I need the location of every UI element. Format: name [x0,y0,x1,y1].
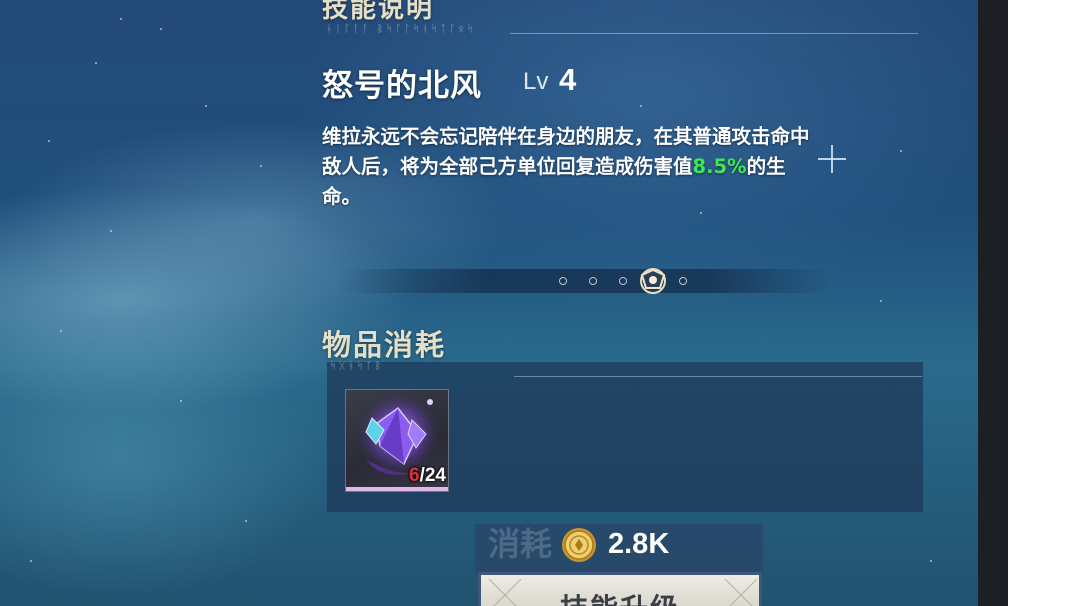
skill-description-highlight: 8.5% [692,155,747,178]
item-section-title: 物品消耗 [322,328,447,362]
skill-section-title: 技能说明 [322,0,435,24]
game-screen: 技能说明 ᚾᛁᚴᛚᛚ ᛒᛋᚴᛚᛋᚾᛋᛏᚴᛟᛋ 怒号的北风 Lv 4 维拉永远不会… [0,0,1008,606]
skill-level-value: 4 [559,62,577,97]
item-count: 6/24 [409,465,446,487]
gold-coin-icon [561,527,597,563]
level-dot-3[interactable] [619,277,627,285]
skill-description: 维拉永远不会忘记陪伴在身边的朋友，在其普通攻击命中敌人后，将为全部己方单位回复造… [322,122,812,212]
level-current-marker-icon[interactable] [638,266,668,296]
cost-value: 2.8K [608,528,670,560]
cost-background-label: 消耗 [488,525,553,563]
skill-upgrade-button[interactable]: 技能升级 [478,572,762,606]
item-rarity-bar [346,487,448,491]
sparkle-decoration [818,145,846,173]
level-dot-1[interactable] [559,277,567,285]
item-owned-count: 6 [409,465,420,486]
item-slot[interactable]: 6/24 [345,389,449,492]
level-dot-2[interactable] [589,277,597,285]
item-section-divider [514,376,922,377]
skill-section-divider [510,33,918,34]
skill-upgrade-label: 技能升级 [481,587,759,606]
skill-level-prefix: Lv [523,68,549,95]
item-section-runes: ᛋᚷᚾᛋᚴᛒ [330,361,384,372]
skill-section-runes: ᚾᛁᚴᛚᛚ ᛒᛋᚴᛚᛋᚾᛋᛏᚴᛟᛋ [326,24,477,35]
skill-name: 怒号的北风 [322,68,482,104]
level-dot-5[interactable] [679,277,687,285]
level-track [340,269,830,293]
right-edge-panel [978,0,1008,606]
item-required-count: /24 [419,465,446,486]
